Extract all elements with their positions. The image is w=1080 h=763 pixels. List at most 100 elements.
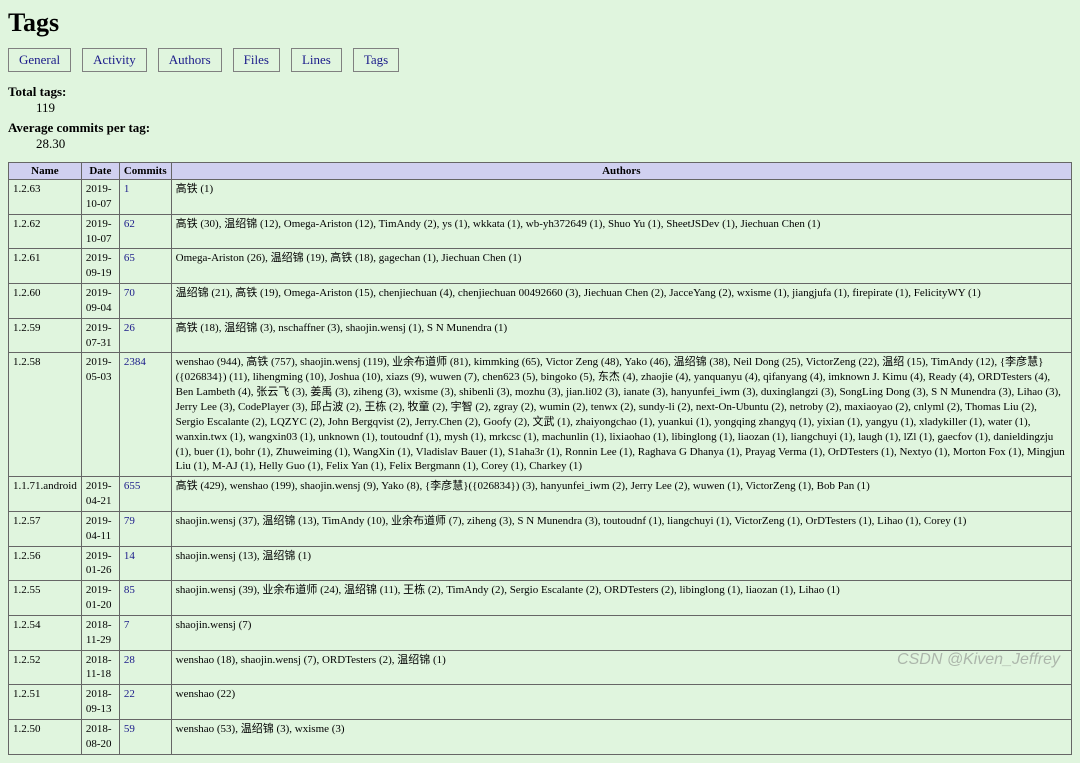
tag-date-cell: 2019-07-31 [81, 318, 119, 353]
tag-authors-cell: shaojin.wensj (37), 温绍锦 (13), TimAndy (1… [171, 511, 1071, 546]
tag-commits-cell: 59 [119, 720, 171, 755]
tag-name-cell: 1.2.63 [9, 180, 82, 215]
tab-bar: General Activity Authors Files Lines Tag… [8, 48, 1072, 72]
page-title: Tags [8, 8, 1072, 38]
tag-name-cell: 1.2.52 [9, 650, 82, 685]
commits-link[interactable]: 79 [124, 515, 135, 527]
commits-link[interactable]: 28 [124, 654, 135, 666]
tag-authors-cell: shaojin.wensj (13), 温绍锦 (1) [171, 546, 1071, 581]
tag-name-cell: 1.2.56 [9, 546, 82, 581]
tag-commits-cell: 14 [119, 546, 171, 581]
commits-link[interactable]: 85 [124, 584, 135, 596]
tag-commits-cell: 62 [119, 214, 171, 249]
table-row: 1.2.622019-10-07 62 高铁 (30), 温绍锦 (12), Ome… [9, 214, 1072, 249]
commits-link[interactable]: 26 [124, 322, 135, 334]
tag-name-cell: 1.2.55 [9, 581, 82, 616]
col-commits: Commits [119, 163, 171, 180]
commits-link[interactable]: 22 [124, 688, 135, 700]
tab-activity[interactable]: Activity [82, 48, 147, 72]
table-row: 1.2.502018-08-20 59 wenshao (53), 温绍锦 (3),… [9, 720, 1072, 755]
table-row: 1.2.542018-11-29 7 shaojin.wensj (7) [9, 615, 1072, 650]
tag-authors-cell: 高铁 (18), 温绍锦 (3), nschaffner (3), shaoji… [171, 318, 1071, 353]
table-row: 1.2.632019-10-07 1 高铁 (1) [9, 180, 1072, 215]
commits-link[interactable]: 1 [124, 183, 130, 195]
tag-name-cell: 1.2.62 [9, 214, 82, 249]
tag-commits-cell: 1 [119, 180, 171, 215]
tag-date-cell: 2019-04-11 [81, 511, 119, 546]
tag-commits-cell: 70 [119, 284, 171, 319]
tag-commits-cell: 7 [119, 615, 171, 650]
tag-name-cell: 1.2.59 [9, 318, 82, 353]
tag-authors-cell: 高铁 (429), wenshao (199), shaojin.wensj (… [171, 477, 1071, 512]
tag-date-cell: 2018-11-18 [81, 650, 119, 685]
table-row: 1.2.602019-09-04 70 温绍锦 (21), 高铁 (19), Ome… [9, 284, 1072, 319]
commits-link[interactable]: 2384 [124, 356, 146, 368]
tag-date-cell: 2019-09-19 [81, 249, 119, 284]
stats-list: Total tags: 119 Average commits per tag:… [8, 84, 1072, 152]
tag-date-cell: 2019-09-04 [81, 284, 119, 319]
tag-name-cell: 1.1.71.android [9, 477, 82, 512]
table-row: 1.2.512018-09-13 22 wenshao (22) [9, 685, 1072, 720]
total-tags-value: 119 [36, 100, 1072, 116]
table-row: 1.2.582019-05-03 2384 wenshao (944), 高铁 (7… [9, 353, 1072, 477]
tag-date-cell: 2019-01-26 [81, 546, 119, 581]
table-row: 1.2.612019-09-19 65 Omega-Ariston (26), 温绍… [9, 249, 1072, 284]
table-row: 1.2.552019-01-2085shaojin.wensj (39), 业余… [9, 581, 1072, 616]
commits-link[interactable]: 7 [124, 619, 130, 631]
tag-commits-cell: 79 [119, 511, 171, 546]
tag-name-cell: 1.2.57 [9, 511, 82, 546]
avg-commits-value: 28.30 [36, 136, 1072, 152]
tag-date-cell: 2018-08-20 [81, 720, 119, 755]
table-row: 1.2.572019-04-11 79 shaojin.wensj (37), 温绍… [9, 511, 1072, 546]
tag-authors-cell: Omega-Ariston (26), 温绍锦 (19), 高铁 (18), g… [171, 249, 1071, 284]
tag-name-cell: 1.2.50 [9, 720, 82, 755]
tag-date-cell: 2018-11-29 [81, 615, 119, 650]
avg-commits-label: Average commits per tag: [8, 120, 1072, 136]
col-date: Date [81, 163, 119, 180]
tag-name-cell: 1.2.54 [9, 615, 82, 650]
tag-authors-cell: 高铁 (1) [171, 180, 1071, 215]
commits-link[interactable]: 65 [124, 252, 135, 264]
tab-tags[interactable]: Tags [353, 48, 399, 72]
tag-authors-cell: shaojin.wensj (7) [171, 615, 1071, 650]
tag-commits-cell: 28 [119, 650, 171, 685]
tags-table: Name Date Commits Authors 1.2.632019-10-… [8, 162, 1072, 755]
tag-authors-cell: wenshao (18), shaojin.wensj (7), ORDTest… [171, 650, 1071, 685]
tag-authors-cell: 温绍锦 (21), 高铁 (19), Omega-Ariston (15), c… [171, 284, 1071, 319]
tag-commits-cell: 85 [119, 581, 171, 616]
tag-authors-cell: wenshao (22) [171, 685, 1071, 720]
tab-files[interactable]: Files [233, 48, 280, 72]
tag-authors-cell: 高铁 (30), 温绍锦 (12), Omega-Ariston (12), T… [171, 214, 1071, 249]
tag-date-cell: 2019-04-21 [81, 477, 119, 512]
tag-date-cell: 2018-09-13 [81, 685, 119, 720]
tag-name-cell: 1.2.58 [9, 353, 82, 477]
table-row: 1.1.71.android2019-04-21 655 高铁 (429), wen… [9, 477, 1072, 512]
tag-date-cell: 2019-10-07 [81, 214, 119, 249]
tab-general[interactable]: General [8, 48, 71, 72]
table-row: 1.2.562019-01-26 14 shaojin.wensj (13), 温绍… [9, 546, 1072, 581]
total-tags-label: Total tags: [8, 84, 1072, 100]
tag-date-cell: 2019-01-20 [81, 581, 119, 616]
tag-name-cell: 1.2.51 [9, 685, 82, 720]
tag-commits-cell: 26 [119, 318, 171, 353]
commits-link[interactable]: 14 [124, 550, 135, 562]
table-row: 1.2.522018-11-18 28 wenshao (18), shaojin.… [9, 650, 1072, 685]
commits-link[interactable]: 59 [124, 723, 135, 735]
table-row: 1.2.592019-07-31 26 高铁 (18), 温绍锦 (3), nsch… [9, 318, 1072, 353]
col-authors: Authors [171, 163, 1071, 180]
tag-date-cell: 2019-10-07 [81, 180, 119, 215]
tag-name-cell: 1.2.60 [9, 284, 82, 319]
tag-authors-cell: wenshao (944), 高铁 (757), shaojin.wensj (… [171, 353, 1071, 477]
commits-link[interactable]: 62 [124, 218, 135, 230]
tag-commits-cell: 65 [119, 249, 171, 284]
tag-authors-cell: wenshao (53), 温绍锦 (3), wxisme (3) [171, 720, 1071, 755]
tag-commits-cell: 22 [119, 685, 171, 720]
tab-lines[interactable]: Lines [291, 48, 342, 72]
tag-date-cell: 2019-05-03 [81, 353, 119, 477]
tag-commits-cell: 2384 [119, 353, 171, 477]
commits-link[interactable]: 655 [124, 480, 141, 492]
col-name: Name [9, 163, 82, 180]
tag-name-cell: 1.2.61 [9, 249, 82, 284]
tab-authors[interactable]: Authors [158, 48, 222, 72]
commits-link[interactable]: 70 [124, 287, 135, 299]
